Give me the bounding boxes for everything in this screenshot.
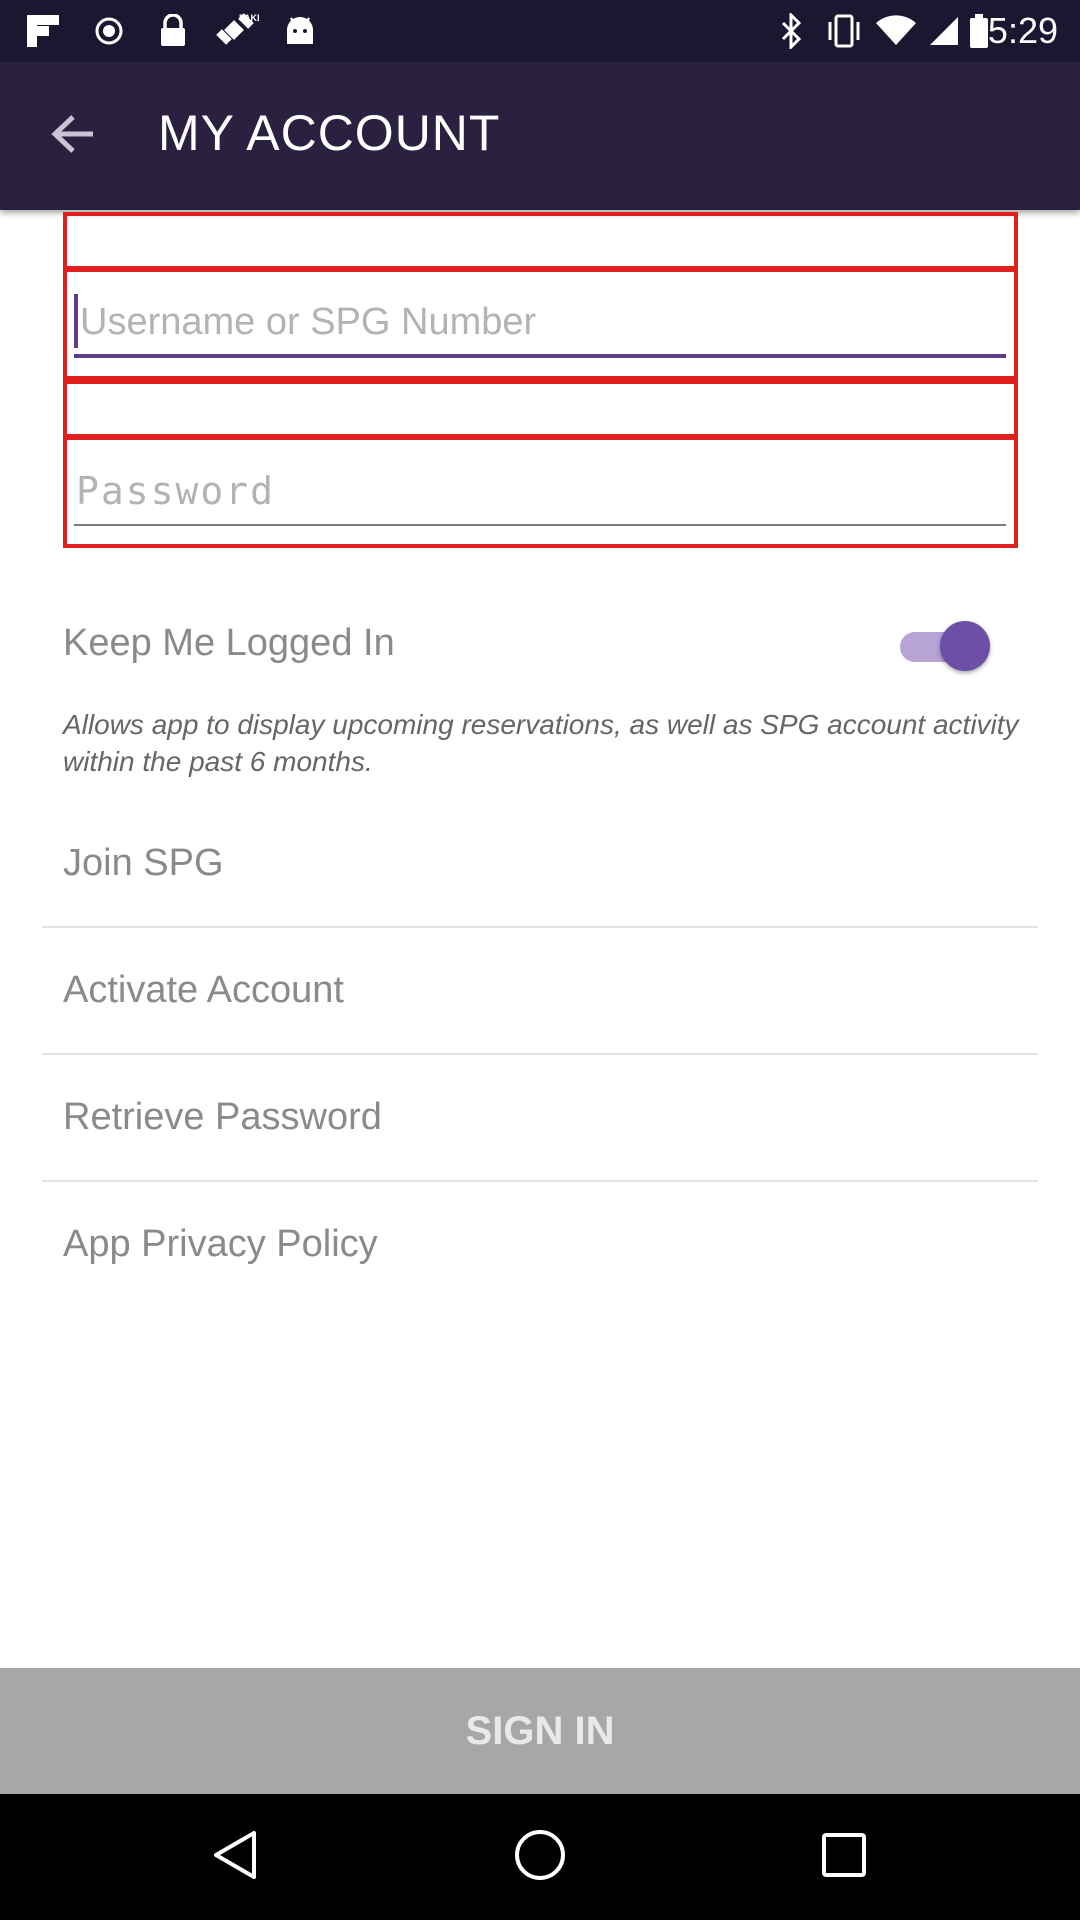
activate-account-link[interactable]: Activate Account <box>42 929 1038 1055</box>
system-nav-bar <box>0 1794 1080 1920</box>
svg-text:FAKE: FAKE <box>239 13 259 23</box>
keep-logged-in-label: Keep Me Logged In <box>63 622 395 664</box>
keep-logged-in-description: Allows app to display upcoming reservati… <box>63 709 1019 777</box>
password-input[interactable] <box>74 458 1006 524</box>
bluetooth-icon <box>778 13 804 49</box>
circle-icon <box>92 14 126 48</box>
username-label-area <box>63 212 1018 270</box>
back-triangle-icon <box>210 1829 260 1886</box>
text-cursor <box>74 294 78 348</box>
arrow-back-icon <box>51 114 95 159</box>
keep-logged-in-toggle[interactable] <box>896 620 990 672</box>
toggle-thumb <box>940 621 990 671</box>
home-circle-icon <box>513 1828 567 1887</box>
android-icon <box>282 14 318 48</box>
join-spg-link[interactable]: Join SPG <box>42 802 1038 928</box>
app-privacy-policy-link[interactable]: App Privacy Policy <box>42 1183 1038 1309</box>
flipboard-icon <box>26 14 60 48</box>
nav-back-button[interactable] <box>200 1824 270 1890</box>
password-label-area <box>63 380 1018 438</box>
nav-recents-button[interactable] <box>809 1824 879 1890</box>
wifi-icon <box>874 14 918 48</box>
username-input[interactable] <box>74 290 1006 354</box>
status-time: 5:29 <box>987 10 1058 51</box>
nav-home-button[interactable] <box>505 1824 575 1890</box>
status-bar: FAKE 5:29 <box>0 0 1080 62</box>
retrieve-password-link[interactable]: Retrieve Password <box>42 1056 1038 1182</box>
recents-square-icon <box>820 1831 868 1884</box>
battery-icon <box>968 14 990 48</box>
username-field[interactable] <box>74 290 1006 358</box>
link-label: App Privacy Policy <box>63 1223 378 1265</box>
password-field[interactable] <box>74 458 1006 526</box>
link-label: Activate Account <box>63 969 344 1011</box>
link-label: Join SPG <box>63 842 224 884</box>
lock-icon <box>156 14 190 48</box>
app-bar: MY ACCOUNT <box>0 62 1080 210</box>
back-button[interactable] <box>38 106 108 166</box>
sign-in-button[interactable]: SIGN IN <box>0 1668 1080 1794</box>
vibrate-icon <box>824 14 864 48</box>
link-label: Retrieve Password <box>63 1096 382 1138</box>
fake-gps-icon: FAKE <box>214 13 260 48</box>
signal-icon <box>926 14 962 48</box>
page-title: MY ACCOUNT <box>158 105 501 161</box>
